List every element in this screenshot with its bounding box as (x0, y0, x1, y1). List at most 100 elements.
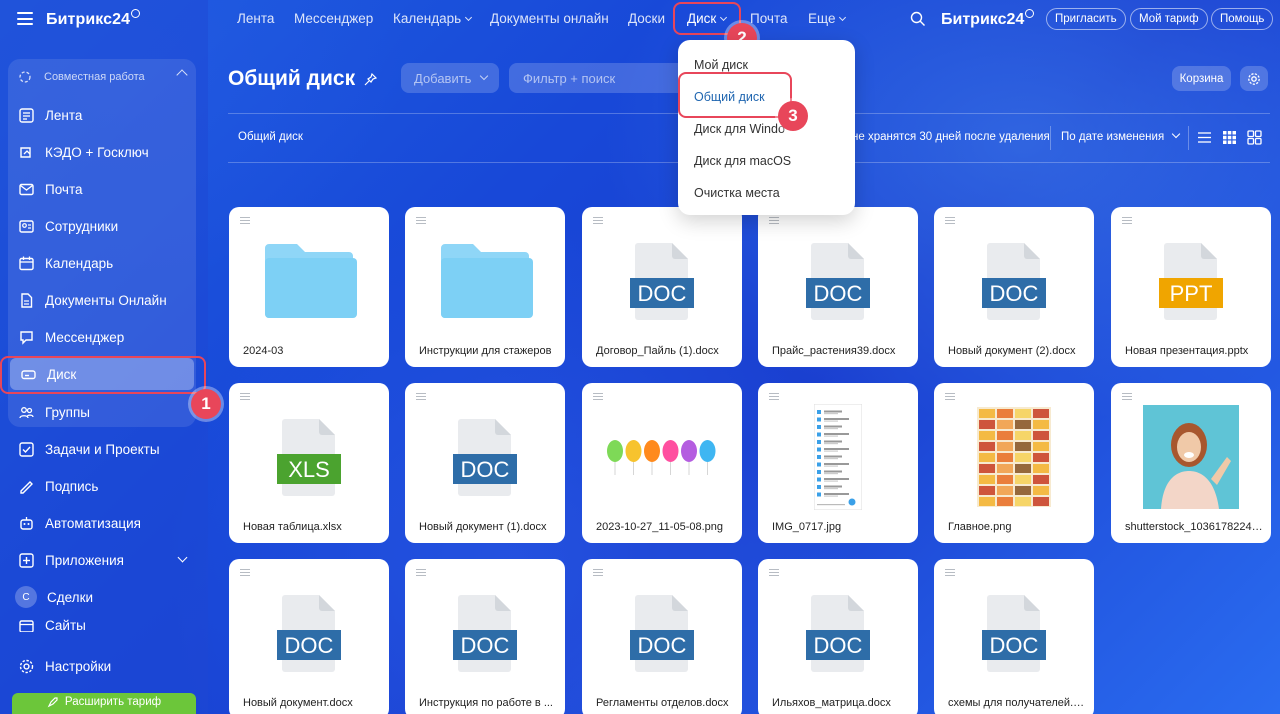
drag-handle-icon[interactable] (416, 393, 426, 401)
settings-button[interactable] (1240, 66, 1268, 91)
brand-logo-top[interactable]: Битрикс24 (941, 9, 1035, 29)
calendar-icon (19, 256, 34, 270)
file-card[interactable]: IMG_0717.jpg (758, 383, 918, 543)
drag-handle-icon[interactable] (769, 569, 779, 577)
drag-handle-icon[interactable] (240, 569, 250, 577)
file-card[interactable]: Главное.png (934, 383, 1094, 543)
sidebar-group-header[interactable]: Совместная работа (8, 62, 196, 92)
sidebar-item-settings[interactable]: Настройки (8, 650, 196, 682)
nav-item-feed[interactable]: Лента (237, 11, 274, 26)
drag-handle-icon[interactable] (593, 217, 603, 225)
file-card[interactable]: shutterstock_1036178224.jpg (1111, 383, 1271, 543)
upgrade-plan-button[interactable]: Расширить тариф (12, 693, 196, 714)
file-name: Регламенты отделов.docx (596, 697, 729, 709)
sidebar-item-apps[interactable]: Приложения (8, 544, 196, 576)
nav-item-calendar[interactable]: Календарь (393, 11, 473, 26)
file-card[interactable]: 2023-10-27_11-05-08.png (582, 383, 742, 543)
trash-button[interactable]: Корзина (1172, 66, 1231, 91)
drag-handle-icon[interactable] (945, 569, 955, 577)
my-plan-button[interactable]: Мой тариф (1130, 8, 1208, 30)
svg-text:DOC: DOC (638, 281, 687, 306)
drag-handle-icon[interactable] (416, 569, 426, 577)
file-card[interactable]: DOC Новый документ (1).docx (405, 383, 565, 543)
filter-search-input[interactable]: Фильтр + поиск (509, 63, 681, 93)
drag-handle-icon[interactable] (593, 569, 603, 577)
svg-text:XLS: XLS (288, 457, 330, 482)
drag-handle-icon[interactable] (945, 217, 955, 225)
brand-logo[interactable]: Битрикс24 (46, 9, 141, 29)
svg-text:DOC: DOC (461, 633, 510, 658)
sidebar-item-deals[interactable]: С Сделки (8, 581, 196, 613)
file-card[interactable]: DOC Прайс_растения39.docx (758, 207, 918, 367)
menu-item-disk-windows[interactable]: Диск для Windo (694, 122, 785, 136)
pin-icon[interactable] (364, 73, 377, 86)
drag-handle-icon[interactable] (769, 393, 779, 401)
search-icon[interactable] (910, 11, 926, 27)
file-card[interactable]: DOC Новый документ.docx (229, 559, 389, 714)
drag-handle-icon[interactable] (593, 393, 603, 401)
groups-icon (19, 406, 34, 418)
file-card[interactable]: XLS Новая таблица.xlsx (229, 383, 389, 543)
sidebar-item-groups[interactable]: Группы (8, 396, 196, 428)
tasks-icon (19, 441, 34, 457)
file-name: Договор_Пайль (1).docx (596, 345, 719, 357)
file-card[interactable]: PPT Новая презентация.pptx (1111, 207, 1271, 367)
folder-card[interactable]: 2024-03 (229, 207, 389, 367)
doc-file-icon: DOC (758, 227, 918, 335)
menu-item-cleanup[interactable]: Очистка места (694, 186, 780, 200)
drag-handle-icon[interactable] (240, 217, 250, 225)
svg-text:DOC: DOC (461, 457, 510, 482)
chevron-down-icon[interactable] (177, 552, 188, 563)
sidebar-item-robot[interactable]: Автоматизация (8, 507, 196, 539)
folder-card[interactable]: Инструкции для стажеров (405, 207, 565, 367)
file-name: 2023-10-27_11-05-08.png (596, 521, 724, 533)
sidebar-item-tasks[interactable]: Задачи и Проекты (8, 433, 196, 465)
sidebar-item-feed[interactable]: Лента (8, 99, 196, 131)
ppt-file-icon: PPT (1111, 227, 1271, 335)
file-card[interactable]: DOC Новый документ (2).docx (934, 207, 1094, 367)
avatar: С (15, 586, 37, 608)
menu-item-my-disk[interactable]: Мой диск (694, 58, 748, 72)
help-button[interactable]: Помощь (1211, 8, 1274, 30)
file-name: Новая презентация.pptx (1125, 345, 1249, 357)
menu-item-disk-macos[interactable]: Диск для macOS (694, 154, 791, 168)
drag-handle-icon[interactable] (945, 393, 955, 401)
sidebar-item-sites[interactable]: Сайты (8, 618, 196, 632)
invite-button[interactable]: Пригласить (1046, 8, 1126, 30)
file-card[interactable]: DOC Инструкция по работе в ... (405, 559, 565, 714)
large-grid-view-icon[interactable] (1247, 130, 1262, 145)
sidebar-item-sign[interactable]: Подпись (8, 470, 196, 502)
add-button[interactable]: Добавить (401, 63, 499, 93)
nav-item-mail[interactable]: Почта (750, 11, 788, 26)
nav-item-docs-online[interactable]: Документы онлайн (490, 11, 609, 26)
sidebar-item-calendar[interactable]: Календарь (8, 247, 196, 279)
chevron-up-icon[interactable] (176, 69, 188, 81)
drag-handle-icon[interactable] (416, 217, 426, 225)
sidebar-item-mail[interactable]: Почта (8, 173, 196, 205)
file-card[interactable]: DOC Ильяхов_матрица.docx (758, 559, 918, 714)
sidebar-item-label: Почта (45, 181, 83, 197)
apps-icon (19, 552, 34, 568)
drag-handle-icon[interactable] (769, 217, 779, 225)
sort-dropdown[interactable]: По дате изменения (1061, 129, 1181, 143)
file-card[interactable]: DOC Регламенты отделов.docx (582, 559, 742, 714)
file-card[interactable]: DOC схемы для получателей.docx (934, 559, 1094, 714)
drag-handle-icon[interactable] (1122, 393, 1132, 401)
list-view-icon[interactable] (1197, 130, 1212, 145)
sidebar-item-signature-doc[interactable]: КЭДО + Госключ (8, 136, 196, 168)
menu-icon[interactable] (17, 12, 33, 25)
nav-item-messenger[interactable]: Мессенджер (294, 11, 373, 26)
nav-item-more[interactable]: Еще (808, 11, 847, 26)
drag-handle-icon[interactable] (240, 393, 250, 401)
divider (1050, 126, 1051, 150)
grid-view-icon[interactable] (1222, 130, 1237, 145)
nav-item-boards[interactable]: Доски (628, 11, 665, 26)
sidebar-item-document[interactable]: Документы Онлайн (8, 284, 196, 316)
sidebar-item-employees[interactable]: Сотрудники (8, 210, 196, 242)
sidebar-item-chat[interactable]: Мессенджер (8, 321, 196, 353)
sidebar-item-label: Сотрудники (45, 218, 119, 234)
file-card[interactable]: DOC Договор_Пайль (1).docx (582, 207, 742, 367)
drag-handle-icon[interactable] (1122, 217, 1132, 225)
mail-icon (19, 183, 34, 195)
breadcrumb[interactable]: Общий диск (238, 131, 303, 143)
